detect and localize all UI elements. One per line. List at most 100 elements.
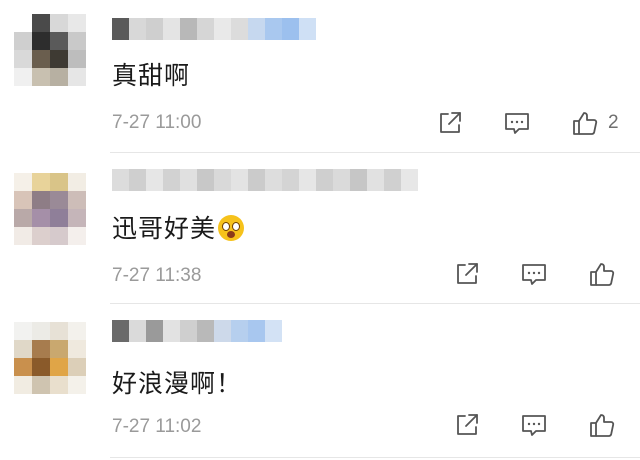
avatar-pixel [50,14,68,32]
avatar-pixel [50,32,68,50]
avatar-pixel [50,68,68,86]
avatar-pixel [32,358,50,376]
avatar-pixel [50,358,68,376]
username-pixel [248,18,265,40]
comment-reply-icon[interactable] [519,410,549,440]
avatar-pixel [68,68,86,86]
comment-reply-icon[interactable] [502,108,532,138]
avatar-pixel [50,340,68,358]
avatar-pixel [32,322,50,340]
username-pixel [112,18,129,40]
username-pixel [180,320,197,342]
username-pixel [333,169,350,191]
username-pixel [299,169,316,191]
username-pixel [214,18,231,40]
avatar-pixel [14,32,32,50]
avatar-pixel [14,358,32,376]
username-pixel [231,169,248,191]
avatar-pixel [50,50,68,68]
username-pixel [129,18,146,40]
comment-text: 真甜啊 [112,61,191,90]
comment-text: 迅哥好美 [112,209,245,245]
avatar-pixel [14,227,32,245]
avatar-pixel [32,227,50,245]
username-pixel [180,18,197,40]
avatar-pixel [14,68,32,86]
avatar-pixel [50,322,68,340]
avatar[interactable] [14,14,86,86]
avatar-pixel [32,209,50,227]
username-pixel [248,320,265,342]
username-pixel [265,320,282,342]
avatar-pixel [50,173,68,191]
comment-text-body: 迅哥好美 [112,214,217,243]
like-count: 2 [608,112,619,133]
username-pixel [146,320,163,342]
comment-time: 7-27 11:00 [112,112,202,133]
thumbs-up-icon[interactable] [587,410,617,440]
avatar-pixel [14,14,32,32]
avatar-pixel [32,32,50,50]
avatar-pixel [32,68,50,86]
username-pixel [163,320,180,342]
username-pixel [282,18,299,40]
avatar[interactable] [14,173,86,245]
avatar-pixel [68,322,86,340]
avatar-pixel [68,191,86,209]
avatar-pixel [68,14,86,32]
avatar[interactable] [14,322,86,394]
avatar-pixel [32,50,50,68]
avatar-pixel [14,209,32,227]
share-icon[interactable] [452,410,482,440]
avatar-pixel [14,340,32,358]
thumbs-up-icon[interactable] [570,108,600,138]
avatar-pixel [32,340,50,358]
username-pixel [248,169,265,191]
avatar-pixel [14,173,32,191]
comment-time: 7-27 11:02 [112,416,202,437]
username-pixel [299,18,316,40]
avatar-pixel [68,173,86,191]
avatar-pixel [50,191,68,209]
username-pixel [112,169,129,191]
comment-item: 迅哥好美 7-27 11:38 [0,153,640,303]
comment-text: 好浪漫啊！ [112,369,243,398]
username-pixel [214,320,231,342]
avatar-pixel [32,173,50,191]
username-pixel [163,18,180,40]
username-pixel [265,169,282,191]
comment-item: 真甜啊 7-27 11:00 2 [0,0,640,152]
avatar-pixel [68,209,86,227]
username-pixel [163,169,180,191]
username-pixel [231,320,248,342]
avatar-pixel [68,376,86,394]
username[interactable] [112,167,418,193]
username[interactable] [112,16,316,42]
username-pixel [401,169,418,191]
username-pixel [146,169,163,191]
username-pixel [367,169,384,191]
share-icon[interactable] [435,108,465,138]
avatar-pixel [68,32,86,50]
avatar-pixel [68,50,86,68]
avatar-pixel [14,322,32,340]
avatar-pixel [68,340,86,358]
comment-reply-icon[interactable] [519,259,549,289]
avatar-pixel [14,376,32,394]
username-pixel [350,169,367,191]
username-pixel [197,320,214,342]
avatar-pixel [50,227,68,245]
share-icon[interactable] [452,259,482,289]
username-pixel [129,320,146,342]
thumbs-up-icon[interactable] [587,259,617,289]
username-pixel [316,169,333,191]
avatar-pixel [68,227,86,245]
shocked-face-emoji-icon [218,215,245,241]
username-pixel [265,18,282,40]
username[interactable] [112,318,282,344]
avatar-pixel [32,14,50,32]
comment-time: 7-27 11:38 [112,265,202,286]
avatar-pixel [14,50,32,68]
username-pixel [180,169,197,191]
avatar-pixel [32,376,50,394]
